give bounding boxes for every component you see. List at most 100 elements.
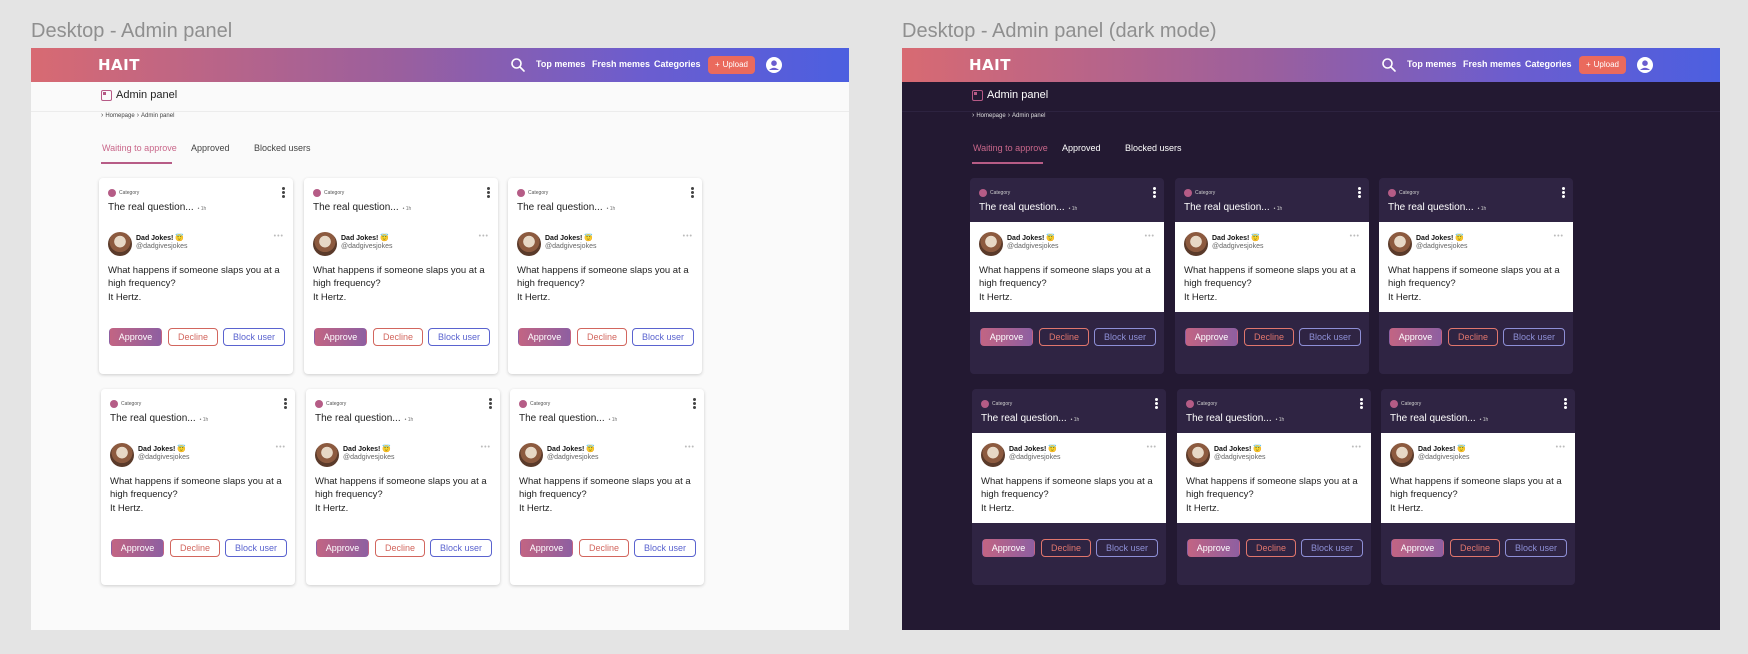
separator-dot: • bbox=[1273, 206, 1276, 212]
tweet-text: What happens if someone slaps you at a h… bbox=[315, 476, 487, 500]
upload-label: Upload bbox=[1593, 60, 1620, 69]
breadcrumb-homepage[interactable]: Homepage bbox=[105, 113, 134, 119]
post-title: The real question... • 1h bbox=[979, 202, 1077, 213]
account-icon[interactable] bbox=[766, 57, 782, 73]
category-label[interactable]: Category bbox=[1195, 190, 1215, 196]
block-user-button[interactable]: Block user bbox=[223, 328, 285, 346]
kebab-menu-icon[interactable] bbox=[1562, 187, 1566, 199]
logo[interactable]: HAIT bbox=[98, 56, 140, 74]
nav-link-categories[interactable]: Categories bbox=[654, 59, 701, 69]
account-icon[interactable] bbox=[1637, 57, 1653, 73]
nav-link-top-memes[interactable]: Top memes bbox=[1407, 59, 1456, 69]
kebab-menu-icon[interactable] bbox=[282, 187, 286, 199]
category-label[interactable]: Category bbox=[530, 401, 550, 407]
block-user-button[interactable]: Block user bbox=[632, 328, 694, 346]
block-user-button[interactable]: Block user bbox=[1505, 539, 1567, 557]
category-label[interactable]: Category bbox=[1399, 190, 1419, 196]
category-label[interactable]: Category bbox=[992, 401, 1012, 407]
block-user-button[interactable]: Block user bbox=[634, 539, 696, 557]
approve-button[interactable]: Approve bbox=[316, 539, 369, 557]
approve-button[interactable]: Approve bbox=[980, 328, 1033, 346]
block-user-button[interactable]: Block user bbox=[430, 539, 492, 557]
block-user-button[interactable]: Block user bbox=[1503, 328, 1565, 346]
tab-waiting-to-approve[interactable]: Waiting to approve bbox=[973, 143, 1048, 153]
tweet-author-name: Dad Jokes! 😇 bbox=[136, 235, 185, 242]
approve-button[interactable]: Approve bbox=[1389, 328, 1442, 346]
kebab-menu-icon[interactable] bbox=[284, 398, 288, 410]
tweet-author-handle: @dadgivesjokes bbox=[1418, 454, 1470, 461]
block-user-button[interactable]: Block user bbox=[1299, 328, 1361, 346]
decline-button[interactable]: Decline bbox=[1041, 539, 1091, 557]
kebab-menu-icon[interactable] bbox=[1153, 187, 1157, 199]
upload-button[interactable]: + Upload bbox=[708, 56, 755, 74]
decline-button[interactable]: Decline bbox=[1448, 328, 1498, 346]
approve-button[interactable]: Approve bbox=[518, 328, 571, 346]
tab-waiting-to-approve[interactable]: Waiting to approve bbox=[102, 143, 177, 153]
category-label[interactable]: Category bbox=[326, 401, 346, 407]
post-title-text: The real question... bbox=[1390, 413, 1476, 424]
meme-content: Dad Jokes! 😇 @dadgivesjokes ••• What hap… bbox=[99, 222, 293, 312]
block-user-button[interactable]: Block user bbox=[225, 539, 287, 557]
block-user-button[interactable]: Block user bbox=[1094, 328, 1156, 346]
decline-button[interactable]: Decline bbox=[577, 328, 627, 346]
category-icon bbox=[313, 189, 321, 197]
category-label[interactable]: Category bbox=[324, 190, 344, 196]
approve-button[interactable]: Approve bbox=[1185, 328, 1238, 346]
block-user-button[interactable]: Block user bbox=[1096, 539, 1158, 557]
decline-button[interactable]: Decline bbox=[1246, 539, 1296, 557]
breadcrumb-admin-panel[interactable]: Admin panel bbox=[1012, 113, 1045, 119]
decline-button[interactable]: Decline bbox=[375, 539, 425, 557]
more-horizontal-icon: ••• bbox=[1349, 233, 1360, 240]
kebab-menu-icon[interactable] bbox=[487, 187, 491, 199]
tweet-author-name: Dad Jokes! 😇 bbox=[343, 446, 392, 453]
breadcrumb-admin-panel[interactable]: Admin panel bbox=[141, 113, 174, 119]
tab-blocked-users[interactable]: Blocked users bbox=[254, 143, 311, 153]
category-label[interactable]: Category bbox=[528, 190, 548, 196]
kebab-menu-icon[interactable] bbox=[693, 398, 697, 410]
decline-button[interactable]: Decline bbox=[373, 328, 423, 346]
breadcrumb-homepage[interactable]: Homepage bbox=[976, 113, 1005, 119]
decline-button[interactable]: Decline bbox=[1450, 539, 1500, 557]
post-title: The real question... • 1h bbox=[1390, 413, 1488, 424]
post-title: The real question... • 1h bbox=[981, 413, 1079, 424]
search-icon[interactable] bbox=[1381, 57, 1397, 73]
kebab-menu-icon[interactable] bbox=[1564, 398, 1568, 410]
approve-button[interactable]: Approve bbox=[1391, 539, 1444, 557]
kebab-menu-icon[interactable] bbox=[1155, 398, 1159, 410]
avatar bbox=[313, 232, 337, 256]
decline-button[interactable]: Decline bbox=[168, 328, 218, 346]
kebab-menu-icon[interactable] bbox=[1360, 398, 1364, 410]
tweet-punchline: It Hertz. bbox=[519, 503, 553, 514]
approve-button[interactable]: Approve bbox=[109, 328, 162, 346]
approve-button[interactable]: Approve bbox=[520, 539, 573, 557]
decline-button[interactable]: Decline bbox=[1039, 328, 1089, 346]
upload-button[interactable]: + Upload bbox=[1579, 56, 1626, 74]
decline-button[interactable]: Decline bbox=[1244, 328, 1294, 346]
search-icon[interactable] bbox=[510, 57, 526, 73]
category-label[interactable]: Category bbox=[990, 190, 1010, 196]
approve-button[interactable]: Approve bbox=[111, 539, 164, 557]
category-label[interactable]: Category bbox=[1401, 401, 1421, 407]
nav-link-fresh-memes[interactable]: Fresh memes bbox=[592, 59, 650, 69]
category-icon bbox=[108, 189, 116, 197]
tab-approved[interactable]: Approved bbox=[1062, 143, 1101, 153]
category-label[interactable]: Category bbox=[1197, 401, 1217, 407]
decline-button[interactable]: Decline bbox=[579, 539, 629, 557]
approve-button[interactable]: Approve bbox=[314, 328, 367, 346]
tab-approved[interactable]: Approved bbox=[191, 143, 230, 153]
kebab-menu-icon[interactable] bbox=[691, 187, 695, 199]
approve-button[interactable]: Approve bbox=[982, 539, 1035, 557]
logo[interactable]: HAIT bbox=[969, 56, 1011, 74]
nav-link-categories[interactable]: Categories bbox=[1525, 59, 1572, 69]
block-user-button[interactable]: Block user bbox=[1301, 539, 1363, 557]
category-label[interactable]: Category bbox=[119, 190, 139, 196]
nav-link-fresh-memes[interactable]: Fresh memes bbox=[1463, 59, 1521, 69]
kebab-menu-icon[interactable] bbox=[1358, 187, 1362, 199]
nav-link-top-memes[interactable]: Top memes bbox=[536, 59, 585, 69]
tab-blocked-users[interactable]: Blocked users bbox=[1125, 143, 1182, 153]
approve-button[interactable]: Approve bbox=[1187, 539, 1240, 557]
kebab-menu-icon[interactable] bbox=[489, 398, 493, 410]
block-user-button[interactable]: Block user bbox=[428, 328, 490, 346]
category-label[interactable]: Category bbox=[121, 401, 141, 407]
decline-button[interactable]: Decline bbox=[170, 539, 220, 557]
